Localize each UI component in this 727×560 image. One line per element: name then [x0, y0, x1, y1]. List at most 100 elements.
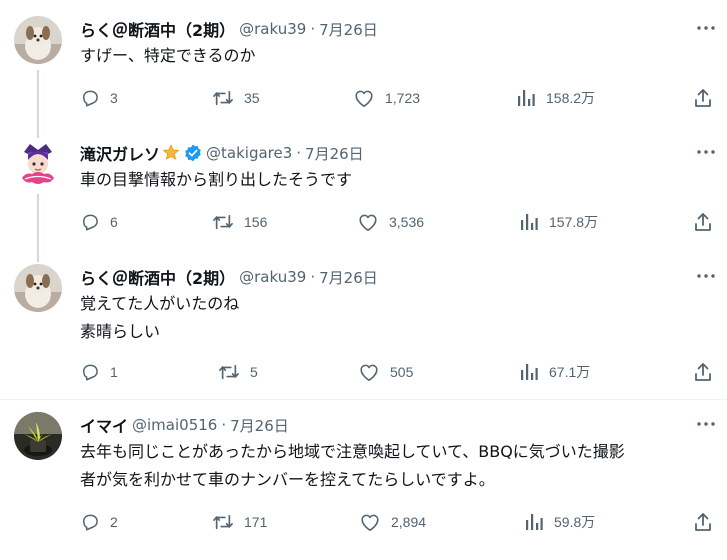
timestamp[interactable]: 7月26日 — [319, 19, 378, 40]
views-icon — [526, 514, 543, 530]
separator: · — [221, 416, 227, 434]
more-icon[interactable] — [695, 266, 717, 286]
share-button[interactable] — [693, 86, 713, 110]
reply-button[interactable]: 3 — [80, 86, 118, 110]
like-count: 1,723 — [385, 90, 421, 106]
reply-icon — [83, 214, 98, 231]
reply-button[interactable]: 1 — [80, 360, 118, 384]
tweet-text-line: 素晴らしい — [80, 322, 161, 341]
reply-button[interactable]: 6 — [80, 210, 118, 234]
views-count: 67.1万 — [549, 364, 591, 380]
timestamp[interactable]: 7月26日 — [230, 415, 289, 436]
tweet-text-line: すげー、特定できるのか — [80, 46, 256, 65]
share-icon — [695, 513, 711, 531]
views-button[interactable]: 67.1万 — [519, 360, 590, 384]
action-bar: 6 156 3,536 157.8万 — [0, 210, 727, 234]
action-bar: 2 171 2,894 59.8万 — [0, 510, 727, 534]
reply-count: 2 — [110, 514, 118, 530]
like-button[interactable]: 505 — [358, 360, 413, 384]
reply-count: 1 — [110, 364, 118, 380]
views-icon — [521, 214, 538, 230]
retweet-count: 35 — [244, 90, 260, 106]
avatar[interactable] — [14, 412, 62, 460]
views-button[interactable]: 158.2万 — [516, 86, 595, 110]
retweet-count: 5 — [250, 364, 258, 380]
reply-count: 6 — [110, 214, 118, 230]
reply-count: 3 — [110, 90, 118, 106]
tweet-header: イマイ @imai0516 · 7月26日 — [80, 412, 289, 438]
retweet-count: 156 — [244, 214, 268, 230]
retweet-icon — [213, 514, 233, 530]
like-count: 505 — [390, 364, 414, 380]
tweet-header: らく＠断酒中（2期） @raku39 · 7月26日 — [80, 16, 378, 42]
views-count: 157.8万 — [549, 214, 599, 230]
verified-badge-icon[interactable] — [184, 144, 202, 162]
retweet-button[interactable]: 171 — [212, 510, 267, 534]
timestamp[interactable]: 7月26日 — [305, 143, 364, 164]
tweet[interactable]: 滝沢ガレソ @takigare3 · 7月26日 車の目撃情報から割り出したそう… — [0, 140, 727, 248]
share-icon — [695, 363, 711, 381]
share-button[interactable] — [693, 210, 713, 234]
username[interactable]: @imai0516 — [132, 416, 217, 434]
action-bar: 3 35 1,723 158.2万 — [0, 86, 727, 110]
reply-icon — [83, 514, 98, 531]
like-count: 3,536 — [389, 214, 425, 230]
display-name[interactable]: らく＠断酒中（2期） — [80, 17, 235, 41]
display-name[interactable]: イマイ — [80, 413, 128, 437]
separator: · — [310, 20, 316, 38]
retweet-button[interactable]: 5 — [218, 360, 258, 384]
share-icon — [695, 89, 711, 107]
reply-button[interactable]: 2 — [80, 510, 118, 534]
tweet[interactable]: らく＠断酒中（2期） @raku39 · 7月26日 覚えてた人がいたのね 素晴… — [0, 264, 727, 400]
tweet-text: 車の目撃情報から割り出したそうです — [80, 166, 352, 194]
heart-icon — [360, 364, 378, 381]
heart-icon — [355, 90, 373, 107]
display-name[interactable]: 滝沢ガレソ — [80, 141, 160, 165]
avatar[interactable] — [14, 264, 62, 312]
tweet-header: 滝沢ガレソ @takigare3 · 7月26日 — [80, 140, 364, 166]
timestamp[interactable]: 7月26日 — [319, 267, 378, 288]
views-button[interactable]: 59.8万 — [524, 510, 595, 534]
heart-icon — [361, 514, 379, 531]
views-icon — [521, 364, 538, 380]
retweet-icon — [219, 364, 239, 380]
tweet-text-line: 者が気を利かせて車のナンバーを控えてたらしいですよ。 — [80, 470, 495, 489]
action-bar: 1 5 505 67.1万 — [0, 360, 727, 384]
retweet-button[interactable]: 156 — [212, 210, 267, 234]
tweet[interactable]: らく＠断酒中（2期） @raku39 · 7月26日 すげー、特定できるのか 3… — [0, 16, 727, 124]
tweet-text-line: 車の目撃情報から割り出したそうです — [80, 170, 353, 189]
more-icon[interactable] — [695, 18, 717, 38]
like-button[interactable]: 3,536 — [357, 210, 424, 234]
share-icon — [695, 213, 711, 231]
tweet-text: 去年も同じことがあったから地域で注意喚起していて、BBQに気づいた撮影 者が気を… — [80, 438, 625, 494]
username[interactable]: @raku39 — [239, 20, 306, 38]
share-button[interactable] — [693, 360, 713, 384]
more-icon[interactable] — [695, 142, 717, 162]
avatar[interactable] — [14, 16, 62, 64]
separator: · — [310, 268, 316, 286]
tweet-text-line: 去年も同じことがあったから地域で注意喚起していて、BBQに気づいた撮影 — [80, 442, 625, 461]
tweet-text: すげー、特定できるのか — [80, 42, 256, 70]
views-button[interactable]: 157.8万 — [519, 210, 598, 234]
tweet[interactable]: イマイ @imai0516 · 7月26日 去年も同じことがあったから地域で注意… — [0, 412, 727, 560]
like-count: 2,894 — [391, 514, 427, 530]
views-icon — [518, 90, 535, 106]
like-button[interactable]: 2,894 — [359, 510, 426, 534]
display-name[interactable]: らく＠断酒中（2期） — [80, 265, 235, 289]
share-button[interactable] — [693, 510, 713, 534]
more-icon[interactable] — [695, 414, 717, 434]
retweet-button[interactable]: 35 — [212, 86, 260, 110]
heart-icon — [359, 214, 377, 231]
avatar[interactable] — [14, 140, 62, 188]
reply-icon — [83, 90, 98, 107]
tweet-text-line: 覚えてた人がいたのね — [80, 294, 240, 313]
reply-icon — [83, 364, 98, 381]
retweet-count: 171 — [244, 514, 268, 530]
star-emoji — [162, 144, 180, 162]
retweet-icon — [213, 214, 233, 230]
like-button[interactable]: 1,723 — [353, 86, 420, 110]
views-count: 59.8万 — [554, 514, 596, 530]
separator: · — [296, 144, 302, 162]
username[interactable]: @takigare3 — [206, 144, 292, 162]
username[interactable]: @raku39 — [239, 268, 306, 286]
